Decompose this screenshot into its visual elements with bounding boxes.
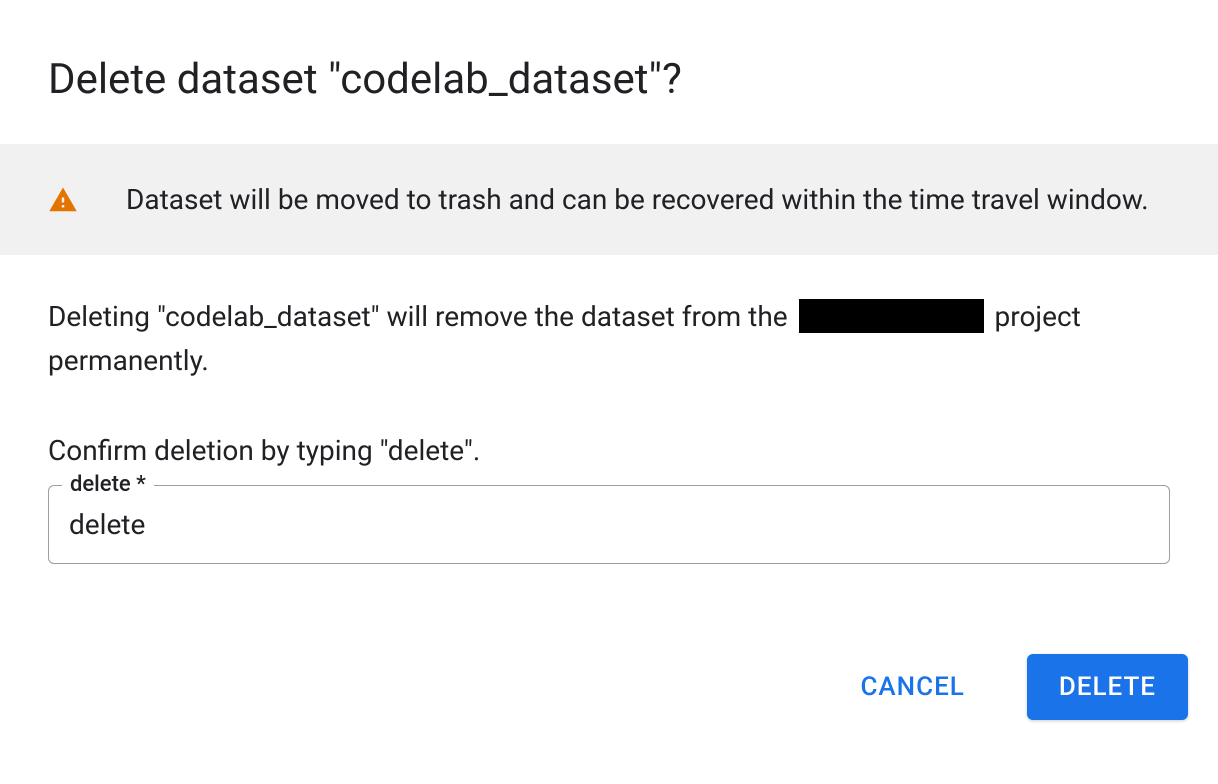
input-label: delete * bbox=[62, 472, 154, 497]
cancel-button[interactable]: CANCEL bbox=[828, 654, 996, 720]
confirm-instruction: Confirm deletion by typing "delete". bbox=[48, 434, 1170, 467]
redacted-project-name bbox=[799, 299, 984, 333]
dialog-title: Delete dataset "codelab_dataset"? bbox=[0, 0, 1218, 144]
banner-message: Dataset will be moved to trash and can b… bbox=[126, 180, 1149, 219]
delete-description: Deleting "codelab_dataset" will remove t… bbox=[48, 295, 1170, 382]
info-banner: Dataset will be moved to trash and can b… bbox=[0, 144, 1218, 255]
warning-icon bbox=[48, 185, 78, 215]
description-prefix: Deleting "codelab_dataset" will remove t… bbox=[48, 300, 795, 333]
delete-button[interactable]: DELETE bbox=[1027, 654, 1188, 720]
delete-dataset-dialog: Delete dataset "codelab_dataset"? Datase… bbox=[0, 0, 1218, 750]
confirm-delete-input[interactable] bbox=[48, 485, 1170, 564]
dialog-body: Deleting "codelab_dataset" will remove t… bbox=[0, 255, 1218, 564]
dialog-actions: CANCEL DELETE bbox=[0, 564, 1218, 750]
confirm-input-wrapper: delete * bbox=[48, 485, 1170, 564]
